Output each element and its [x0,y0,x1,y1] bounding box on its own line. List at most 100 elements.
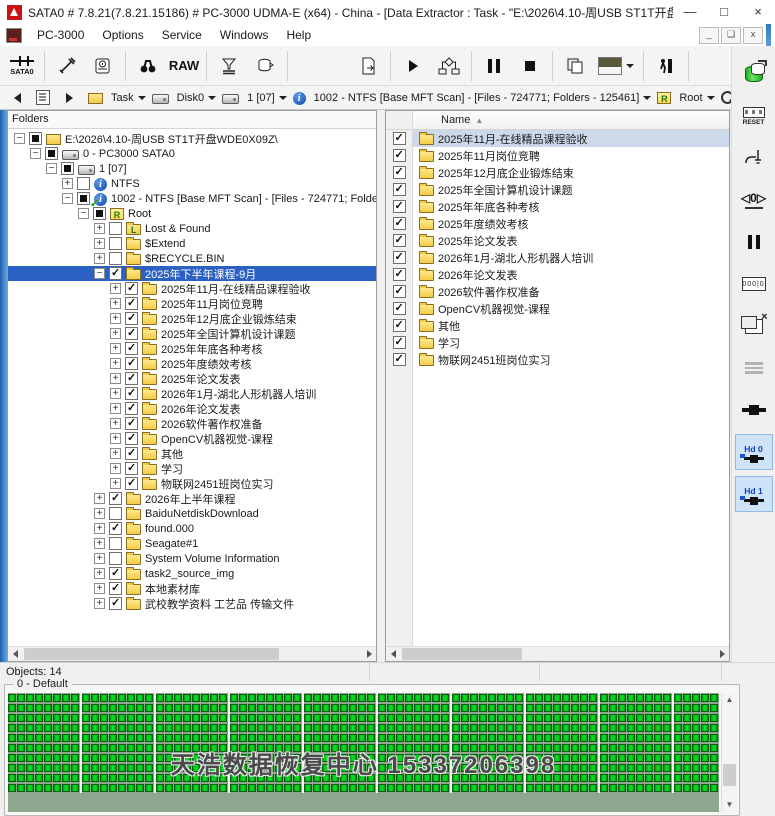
collapse-icon[interactable]: − [94,268,105,279]
list-item[interactable]: 2025年11月岗位竞聘 [413,147,729,164]
collapse-icon[interactable]: − [14,133,25,144]
expand-icon[interactable]: + [110,463,121,474]
tree-row[interactable]: +found.000 [8,521,376,536]
close-button[interactable]: × [741,1,775,23]
list-item[interactable]: 2026年论文发表 [413,266,729,283]
expand-icon[interactable]: + [94,253,105,264]
mdi-restore-button[interactable]: ❏ [721,27,741,44]
files-hscrollbar[interactable] [386,646,729,661]
list-item[interactable]: 2025年全国计算机设计课题 [413,181,729,198]
copy-results-button[interactable] [557,49,593,83]
expand-icon[interactable]: + [94,538,105,549]
expand-icon[interactable]: + [94,568,105,579]
map-structure-button[interactable] [431,49,467,83]
tree-checkbox[interactable] [109,507,122,520]
tree-row[interactable]: +2025年全国计算机设计课题 [8,326,376,341]
list-item[interactable]: 学习 [413,334,729,351]
expand-icon[interactable]: + [94,583,105,594]
raw-recovery-button[interactable]: RAW [166,49,202,83]
cancel-copies-button[interactable] [735,308,773,344]
minimize-button[interactable]: — [673,1,707,23]
tree-checkbox[interactable] [109,267,122,280]
tree-row[interactable]: +武校教学资料 工艺品 传输文件 [8,596,376,611]
collapse-icon[interactable]: − [30,148,41,159]
expand-icon[interactable]: + [110,403,121,414]
list-item[interactable]: 其他 [413,317,729,334]
collapse-icon[interactable]: − [46,163,57,174]
tree-row[interactable]: +2026年上半年课程 [8,491,376,506]
cache-button[interactable] [247,49,283,83]
menu-item-pc-3000[interactable]: PC-3000 [28,25,93,46]
expand-icon[interactable]: + [110,328,121,339]
tree-row[interactable]: +Seagate#1 [8,536,376,551]
tree-row[interactable]: +NTFS [8,176,376,191]
tree-checkbox[interactable] [109,597,122,610]
expand-icon[interactable]: + [94,238,105,249]
expand-icon[interactable]: + [110,298,121,309]
tree-row[interactable]: −2025年下半年课程-9月 [8,266,376,281]
list-item[interactable]: OpenCV机器视觉-课程 [413,300,729,317]
tree-row[interactable]: +BaiduNetdiskDownload [8,506,376,521]
collapse-icon[interactable]: − [78,208,89,219]
folders-hscrollbar[interactable] [8,646,376,661]
expand-icon[interactable]: + [94,493,105,504]
heads-test-button[interactable]: ◁0▷ [735,182,773,218]
list-item[interactable]: 2026年1月-湖北人形机器人培训 [413,249,729,266]
start-button[interactable] [395,49,431,83]
tree-checkbox[interactable] [109,252,122,265]
file-checkbox[interactable] [393,285,406,298]
list-item[interactable]: 2025年年底各种考核 [413,198,729,215]
crumb-task[interactable]: Task [88,91,146,104]
tree-checkbox[interactable] [125,417,138,430]
tree-row[interactable]: +2025年11月岗位竞聘 [8,296,376,311]
expand-icon[interactable]: + [110,313,121,324]
file-checkbox[interactable] [393,302,406,315]
tree-row[interactable]: +物联网2451班岗位实习 [8,476,376,491]
file-checkbox[interactable] [393,200,406,213]
tree-row[interactable]: +2025年度绩效考核 [8,356,376,371]
file-checkbox[interactable] [393,353,406,366]
list-item[interactable]: 2025年11月-在线精品课程验收 [413,130,729,147]
crumb-root[interactable]: Root [657,91,714,104]
expand-icon[interactable]: + [94,598,105,609]
tree-checkbox[interactable] [109,222,122,235]
tree-row[interactable]: +2025年12月底企业锻炼结束 [8,311,376,326]
expand-icon[interactable]: + [110,433,121,444]
filter-button[interactable] [211,49,247,83]
tree-checkbox[interactable] [109,492,122,505]
stop-button[interactable] [512,49,548,83]
hd1-button[interactable]: Hd 1 [735,476,773,512]
tree-row[interactable]: +2025年论文发表 [8,371,376,386]
firmware-chip-button[interactable]: 000|0 [735,266,773,302]
menu-item-windows[interactable]: Windows [211,25,278,46]
scroll-right-button[interactable] [715,647,729,661]
tree-row[interactable]: +学习 [8,461,376,476]
tree-checkbox[interactable] [109,552,122,565]
scroll-up-button[interactable]: ▲ [722,693,737,707]
tree-checkbox[interactable] [109,522,122,535]
tree-checkbox[interactable] [125,312,138,325]
file-checkbox[interactable] [393,234,406,247]
tree-checkbox[interactable] [125,387,138,400]
tree-checkbox[interactable] [125,447,138,460]
tree-checkbox[interactable] [29,132,42,145]
tree-row[interactable]: +System Volume Information [8,551,376,566]
expand-icon[interactable]: + [110,478,121,489]
list-item[interactable]: 2025年论文发表 [413,232,729,249]
history-button[interactable] [30,87,56,109]
disk-image-button[interactable] [735,56,773,92]
tree-checkbox[interactable] [109,567,122,580]
expand-icon[interactable]: + [62,178,73,189]
expand-icon[interactable]: + [94,523,105,534]
tree-checkbox[interactable] [125,282,138,295]
menu-item-options[interactable]: Options [93,25,152,46]
pause-utility-button[interactable] [735,224,773,260]
file-checkbox[interactable] [393,132,406,145]
power-terminal-button[interactable] [735,140,773,176]
expand-icon[interactable]: + [110,283,121,294]
tree-row[interactable]: +2026年论文发表 [8,401,376,416]
tree-checkbox[interactable] [125,372,138,385]
crumb-disk[interactable]: Disk0 [152,91,217,104]
tree-row[interactable]: +2025年11月-在线精品课程验收 [8,281,376,296]
tree-row[interactable]: +$RECYCLE.BIN [8,251,376,266]
